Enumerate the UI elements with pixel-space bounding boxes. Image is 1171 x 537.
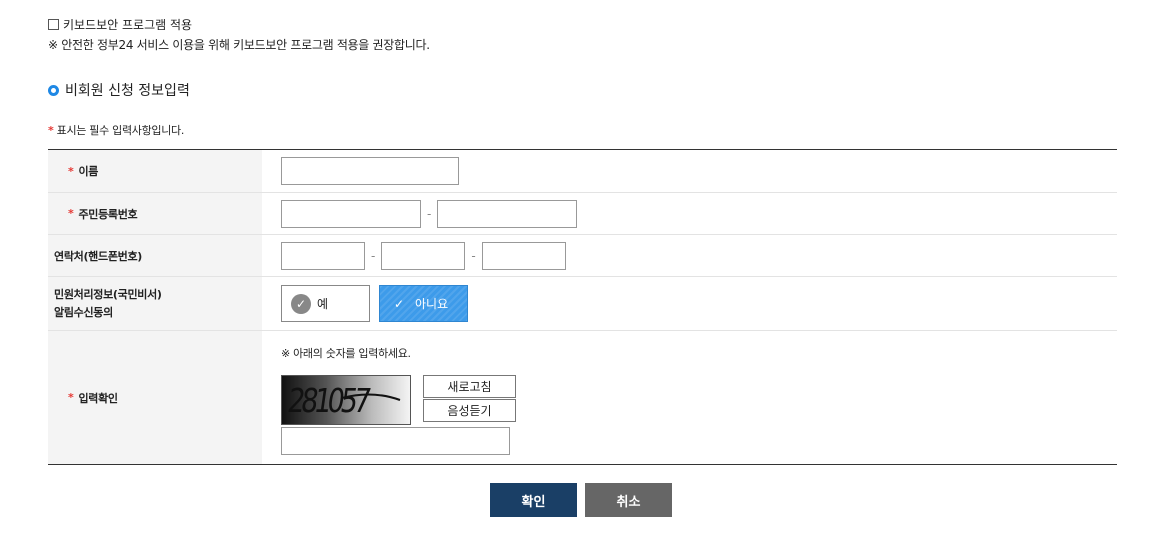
consent-yes-label: 예 [317,297,329,311]
captcha-cell: ※ 아래의 숫자를 입력하세요. 281057 새로고침 음성듣기 [262,331,1117,464]
confirm-button[interactable]: 확인 [490,483,577,517]
rrn-label-cell: * 주민등록번호 [48,193,262,234]
consent-label-line1: 민원처리정보(국민비서) [54,287,162,301]
dash-separator: - [371,248,376,263]
consent-options-cell: ✓ 예 ✓ 아니요 [262,277,1117,330]
captcha-label: 입력확인 [78,391,118,405]
form-actions: 확인 취소 [490,483,672,517]
dash-separator: - [471,248,476,263]
captcha-controls: 281057 새로고침 음성듣기 [281,374,516,425]
phone-label-cell: 연락처(핸드폰번호) [48,235,262,276]
phone-input-cell: - - [262,235,1117,276]
required-star: * [68,207,74,220]
required-note-text: 표시는 필수 입력사항입니다. [53,124,185,137]
captcha-input[interactable] [281,426,510,455]
check-icon: ✓ [393,296,405,311]
keyboard-security-note: ※ 안전한 정부24 서비스 이용을 위해 키보드보안 프로그램 적용을 권장합… [48,38,430,52]
rrn-label: 주민등록번호 [78,207,138,221]
circle-bullet-icon [48,84,59,96]
section-title: 비회원 신청 정보입력 [48,80,190,100]
keyboard-security-checkbox[interactable] [48,19,59,30]
captcha-buttons: 새로고침 음성듣기 [423,374,516,425]
required-star: * [68,164,74,178]
phone-label: 연락처(핸드폰번호) [54,249,143,263]
rrn-input-cell: - [262,193,1117,234]
keyboard-security-label: 키보드보안 프로그램 적용 [63,18,193,32]
required-note: * 표시는 필수 입력사항입니다. [48,122,184,138]
consent-label-cell: 민원처리정보(국민비서) 알림수신동의 [48,277,262,330]
captcha-audio-button[interactable]: 음성듣기 [423,398,516,422]
check-circle-icon: ✓ [291,293,311,314]
captcha-guide: ※ 아래의 숫자를 입력하세요. [281,346,411,360]
form-row-phone: 연락처(핸드폰번호) - - [48,235,1117,277]
captcha-block: ※ 아래의 숫자를 입력하세요. 281057 새로고침 음성듣기 [281,341,516,455]
applicant-form: * 이름 * 주민등록번호 - 연락처(핸드폰번호) - - 민원처리정보(국민… [48,149,1117,465]
section-title-text: 비회원 신청 정보입력 [65,83,190,99]
phone-part2-input[interactable] [381,241,466,270]
form-row-consent: 민원처리정보(국민비서) 알림수신동의 ✓ 예 ✓ 아니요 [48,277,1117,331]
form-row-rrn: * 주민등록번호 - [48,193,1117,235]
phone-part3-input[interactable] [481,241,566,270]
rrn-back-input[interactable] [437,199,578,228]
form-row-name: * 이름 [48,150,1117,193]
name-label: 이름 [78,165,99,178]
name-input[interactable] [281,157,459,185]
form-row-captcha: * 입력확인 ※ 아래의 숫자를 입력하세요. 281057 새로고침 음성듣기 [48,331,1117,464]
consent-no-label: 아니요 [415,297,449,311]
captcha-image: 281057 [281,374,411,425]
cancel-button[interactable]: 취소 [585,483,672,517]
consent-label-line2: 알림수신동의 [54,305,113,319]
dash-separator: - [427,206,432,221]
consent-yes-button[interactable]: ✓ 예 [281,285,370,322]
captcha-refresh-button[interactable]: 새로고침 [423,374,516,398]
consent-no-button[interactable]: ✓ 아니요 [379,285,468,322]
captcha-noise-line [341,393,401,401]
captcha-label-cell: * 입력확인 [48,331,262,464]
phone-part1-input[interactable] [281,241,365,270]
keyboard-security-option[interactable]: 키보드보안 프로그램 적용 [48,16,192,33]
required-star: * [68,391,74,404]
rrn-front-input[interactable] [281,199,421,228]
name-input-cell [262,150,1117,192]
name-label-cell: * 이름 [48,150,262,192]
